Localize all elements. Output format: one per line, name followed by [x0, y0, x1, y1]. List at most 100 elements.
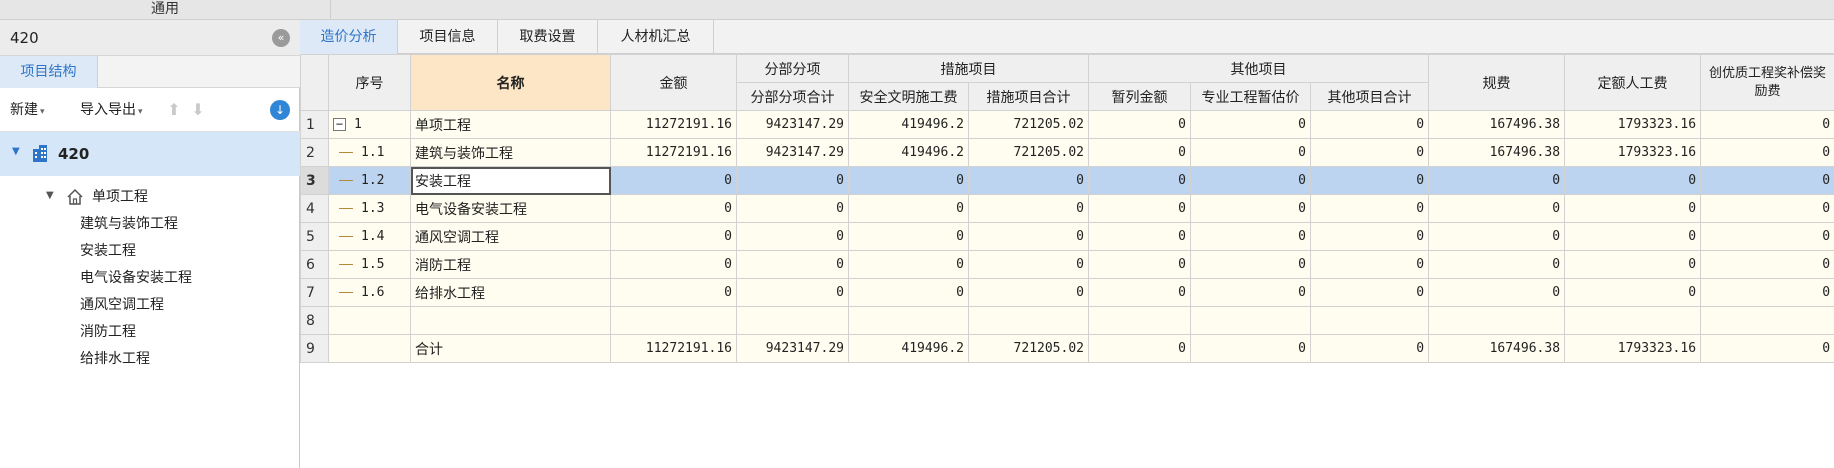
value-cell-zy[interactable]: 0 [1190, 194, 1311, 223]
tree-leaf-installation[interactable]: 安装工程 [80, 236, 280, 266]
header-amount[interactable]: 金额 [610, 54, 737, 111]
value-cell-qt[interactable]: 0 [1309, 250, 1430, 279]
name-cell[interactable]: 合计 [410, 334, 611, 363]
value-cell-cy[interactable]: 0 [1700, 334, 1834, 363]
value-cell-zl[interactable]: 0 [1088, 222, 1191, 251]
import-export-button[interactable]: 导入导出 ▾ [80, 88, 143, 134]
value-cell-cy[interactable]: 0 [1700, 138, 1834, 167]
value-cell-zy[interactable]: 0 [1190, 334, 1311, 363]
value-cell-amount[interactable]: 0 [610, 278, 737, 307]
name-cell[interactable]: 建筑与装饰工程 [410, 138, 611, 167]
value-cell-amount[interactable] [610, 306, 737, 335]
value-cell-cs[interactable]: 0 [968, 222, 1089, 251]
value-cell-cy[interactable]: 0 [1700, 278, 1834, 307]
value-cell-zy[interactable]: 0 [1190, 110, 1311, 139]
value-cell-qt[interactable]: 0 [1309, 194, 1430, 223]
value-cell-zl[interactable]: 0 [1088, 334, 1191, 363]
value-cell-zl[interactable]: 0 [1088, 166, 1191, 195]
tab-cost-analysis[interactable]: 造价分析 [300, 20, 398, 54]
tree-root-420[interactable]: ▼ 420 [0, 132, 300, 176]
value-cell-amount[interactable]: 0 [610, 222, 737, 251]
value-cell-zy[interactable]: 0 [1190, 166, 1311, 195]
value-cell-cs[interactable]: 721205.02 [968, 334, 1089, 363]
value-cell-cs[interactable]: 0 [968, 250, 1089, 279]
value-cell-amount[interactable]: 0 [610, 194, 737, 223]
header-zlje[interactable]: 暂列金额 [1088, 82, 1191, 111]
seq-cell[interactable]: 1.2 [328, 166, 411, 195]
seq-cell[interactable]: 1.3 [328, 194, 411, 223]
value-cell-qt[interactable]: 0 [1309, 222, 1430, 251]
value-cell-amount[interactable]: 0 [610, 250, 737, 279]
value-cell-zy[interactable]: 0 [1190, 250, 1311, 279]
name-cell[interactable]: 单项工程 [410, 110, 611, 139]
table-row[interactable]: 9 合计 11272191.16 9423147.29 419496.2 721205.0… [300, 334, 1834, 363]
value-cell-cy[interactable]: 0 [1700, 110, 1834, 139]
name-cell[interactable]: 消防工程 [410, 250, 611, 279]
table-row[interactable]: 1−1 单项工程 11272191.16 9423147.29 419496.2 7212… [300, 110, 1834, 139]
value-cell-zy[interactable]: 0 [1190, 278, 1311, 307]
row-number[interactable]: 6 [300, 250, 329, 279]
value-cell-gf[interactable]: 0 [1428, 166, 1566, 195]
value-cell-gf[interactable]: 0 [1428, 250, 1566, 279]
value-cell-amount[interactable]: 0 [610, 166, 737, 195]
expand-triangle-icon[interactable]: ▼ [46, 190, 54, 201]
table-row[interactable]: 6 1.5 消防工程 0 0 0 0 0 0 0 0 0 0 [300, 250, 1834, 279]
value-cell-aqwm[interactable]: 419496.2 [848, 110, 969, 139]
value-cell-gf[interactable]: 0 [1428, 194, 1566, 223]
value-cell-fbfx[interactable]: 0 [736, 278, 849, 307]
value-cell-fbfx[interactable]: 9423147.29 [736, 110, 849, 139]
value-cell-aqwm[interactable]: 0 [848, 250, 969, 279]
header-qtxm-total[interactable]: 其他项目合计 [1309, 82, 1430, 111]
value-cell-fbfx[interactable]: 0 [736, 250, 849, 279]
value-cell-qt[interactable] [1309, 306, 1430, 335]
value-cell-cy[interactable]: 0 [1700, 250, 1834, 279]
table-row[interactable]: 8 [300, 306, 1834, 335]
value-cell-qt[interactable]: 0 [1309, 110, 1430, 139]
value-cell-cs[interactable]: 721205.02 [968, 138, 1089, 167]
value-cell-zy[interactable] [1190, 306, 1311, 335]
name-cell[interactable]: 安装工程 [410, 166, 611, 195]
value-cell-qt[interactable]: 0 [1309, 138, 1430, 167]
value-cell-gf[interactable]: 0 [1428, 278, 1566, 307]
table-row[interactable]: 4 1.3 电气设备安装工程 0 0 0 0 0 0 0 0 0 0 [300, 194, 1834, 223]
value-cell-fbfx[interactable]: 9423147.29 [736, 334, 849, 363]
name-cell[interactable]: 给排水工程 [410, 278, 611, 307]
value-cell-gf[interactable]: 167496.38 [1428, 110, 1566, 139]
value-cell-qt[interactable]: 0 [1309, 166, 1430, 195]
value-cell-fbfx[interactable]: 0 [736, 222, 849, 251]
name-cell[interactable]: 通风空调工程 [410, 222, 611, 251]
row-number[interactable]: 5 [300, 222, 329, 251]
move-up-icon[interactable]: ⬆ [164, 99, 184, 121]
row-number[interactable]: 1 [300, 110, 329, 139]
table-row[interactable]: 2 1.1 建筑与装饰工程 11272191.16 9423147.29 419496.2… [300, 138, 1834, 167]
value-cell-amount[interactable]: 11272191.16 [610, 110, 737, 139]
tree-leaf-plumbing[interactable]: 给排水工程 [80, 344, 280, 374]
value-cell-cy[interactable] [1700, 306, 1834, 335]
seq-cell[interactable]: 1.6 [328, 278, 411, 307]
seq-cell[interactable] [328, 306, 411, 335]
value-cell-fbfx[interactable] [736, 306, 849, 335]
tab-project-info[interactable]: 项目信息 [398, 20, 498, 54]
value-cell-amount[interactable]: 11272191.16 [610, 334, 737, 363]
value-cell-zl[interactable]: 0 [1088, 250, 1191, 279]
value-cell-gf[interactable]: 167496.38 [1428, 138, 1566, 167]
value-cell-cs[interactable]: 0 [968, 166, 1089, 195]
header-csxm-total[interactable]: 措施项目合计 [968, 82, 1089, 111]
tree-leaf-electrical[interactable]: 电气设备安装工程 [80, 263, 280, 293]
value-cell-de[interactable]: 1793323.16 [1564, 110, 1702, 139]
header-seq[interactable]: 序号 [328, 54, 411, 111]
value-cell-zy[interactable]: 0 [1190, 222, 1311, 251]
seq-cell[interactable]: −1 [328, 110, 411, 139]
collapse-toggle-icon[interactable]: − [333, 118, 346, 131]
row-number[interactable]: 7 [300, 278, 329, 307]
name-cell[interactable]: 电气设备安装工程 [410, 194, 611, 223]
value-cell-aqwm[interactable]: 419496.2 [848, 138, 969, 167]
value-cell-aqwm[interactable]: 0 [848, 278, 969, 307]
value-cell-de[interactable]: 0 [1564, 278, 1702, 307]
header-fbfx-total[interactable]: 分部分项合计 [736, 82, 849, 111]
value-cell-zl[interactable]: 0 [1088, 278, 1191, 307]
header-deg[interactable]: 定额人工费 [1564, 54, 1702, 111]
value-cell-de[interactable]: 1793323.16 [1564, 138, 1702, 167]
header-gf[interactable]: 规费 [1428, 54, 1566, 111]
row-number[interactable]: 2 [300, 138, 329, 167]
